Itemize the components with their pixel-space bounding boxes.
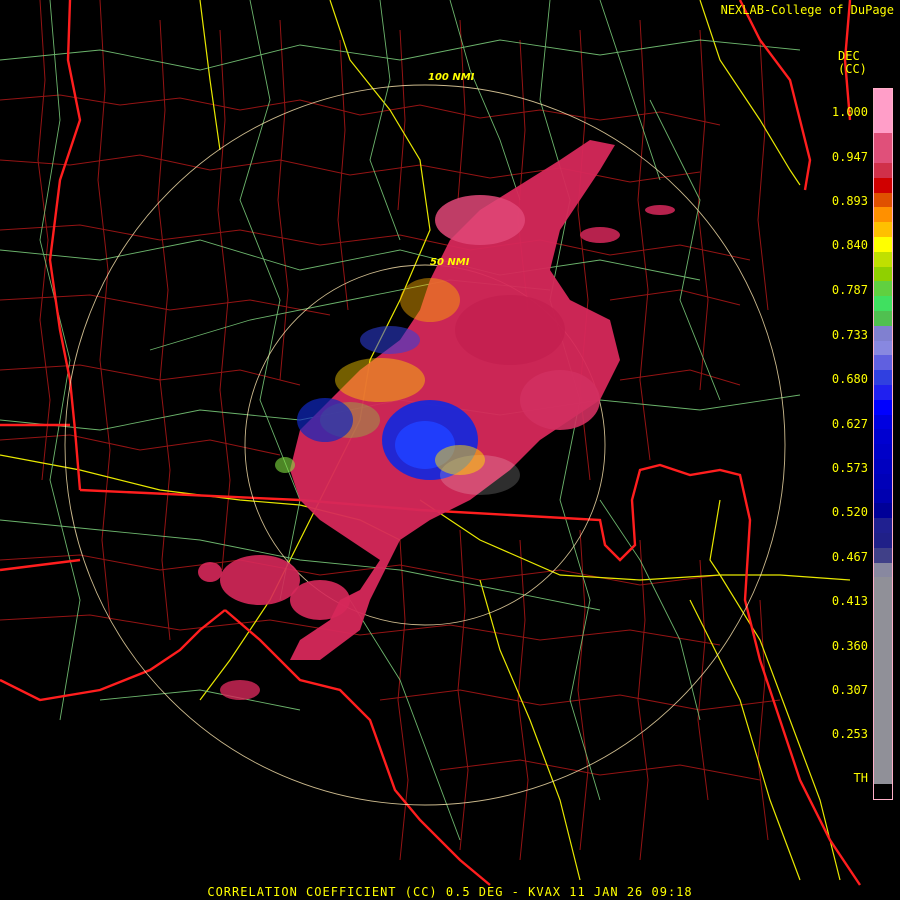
colorbar-tick: 0.360 — [831, 639, 868, 653]
colorbar-swatch — [874, 562, 892, 578]
colorbar-swatch — [874, 547, 892, 563]
colorbar-tick: 0.467 — [831, 550, 868, 564]
colorbar-swatch — [874, 488, 892, 504]
colorbar-swatch — [874, 606, 892, 622]
product-title: CORRELATION COEFFICIENT (CC) 0.5 DEG - K… — [207, 885, 693, 899]
units-line-2: (CC) — [838, 62, 867, 76]
colorbar-swatch — [874, 399, 892, 415]
colorbar-swatch — [874, 177, 892, 193]
colorbar-swatch — [874, 444, 892, 459]
colorbar-swatch — [874, 340, 892, 356]
colorbar-swatch — [874, 325, 892, 341]
colorbar-tick: 0.680 — [831, 372, 868, 386]
colorbar-tick: 1.000 — [831, 105, 868, 119]
colorbar-swatch — [874, 118, 892, 134]
colorbar-tick: 0.893 — [831, 194, 868, 208]
colorbar-swatch — [874, 695, 892, 711]
colorbar-swatch — [874, 133, 892, 149]
colorbar — [873, 88, 893, 800]
colorbar-tick: 0.840 — [831, 238, 868, 252]
colorbar-swatch — [874, 784, 892, 800]
colorbar-swatch — [874, 266, 892, 282]
colorbar-tick: TH — [853, 771, 868, 785]
colorbar-swatch — [874, 769, 892, 785]
colorbar-swatch — [874, 725, 892, 741]
colorbar-swatch — [874, 518, 892, 533]
colorbar-swatch — [874, 148, 892, 163]
colorbar-swatch — [874, 281, 892, 297]
colorbar-swatch — [874, 192, 892, 208]
colorbar-swatch — [874, 577, 892, 593]
colorbar-swatch — [874, 384, 892, 400]
colorbar-tick: 0.573 — [831, 461, 868, 475]
colorbar-swatch — [874, 222, 892, 237]
colorbar-units: DEC (CC) — [838, 50, 867, 76]
colorbar-tick: 0.627 — [831, 417, 868, 431]
colorbar-swatch — [874, 370, 892, 385]
range-label-inner: 50 NMI — [430, 257, 470, 268]
colorbar-tick: 0.253 — [831, 727, 868, 741]
colorbar-swatch — [874, 636, 892, 652]
colorbar-swatch — [874, 680, 892, 696]
credit-text: NEXLAB-College of DuPage — [720, 3, 894, 17]
colorbar-tick: 0.947 — [831, 150, 868, 164]
colorbar-swatch — [874, 296, 892, 311]
colorbar-swatch — [874, 162, 892, 178]
colorbar-swatch — [874, 236, 892, 252]
colorbar-swatch — [874, 355, 892, 371]
colorbar-swatch — [874, 103, 892, 119]
colorbar-tick: 0.520 — [831, 505, 868, 519]
colorbar-swatch — [874, 473, 892, 489]
colorbar-swatch — [874, 503, 892, 519]
colorbar-swatch — [874, 310, 892, 326]
colorbar-swatch — [874, 592, 892, 607]
colorbar-swatch — [874, 532, 892, 548]
colorbar-swatch — [874, 651, 892, 667]
colorbar-swatch — [874, 621, 892, 637]
colorbar-tick: 0.733 — [831, 328, 868, 342]
colorbar-swatch — [874, 754, 892, 770]
colorbar-swatch — [874, 429, 892, 445]
colorbar-swatch — [874, 414, 892, 430]
colorbar-swatch — [874, 740, 892, 755]
radar-map — [0, 0, 900, 900]
colorbar-swatch — [874, 207, 892, 223]
colorbar-swatch — [874, 710, 892, 726]
colorbar-swatch — [874, 89, 892, 104]
colorbar-tick: 0.413 — [831, 594, 868, 608]
colorbar-swatch — [874, 251, 892, 267]
colorbar-swatch — [874, 666, 892, 681]
colorbar-tick: 0.307 — [831, 683, 868, 697]
colorbar-tick: 0.787 — [831, 283, 868, 297]
range-label-outer: 100 NMI — [428, 72, 475, 83]
colorbar-swatch — [874, 458, 892, 474]
